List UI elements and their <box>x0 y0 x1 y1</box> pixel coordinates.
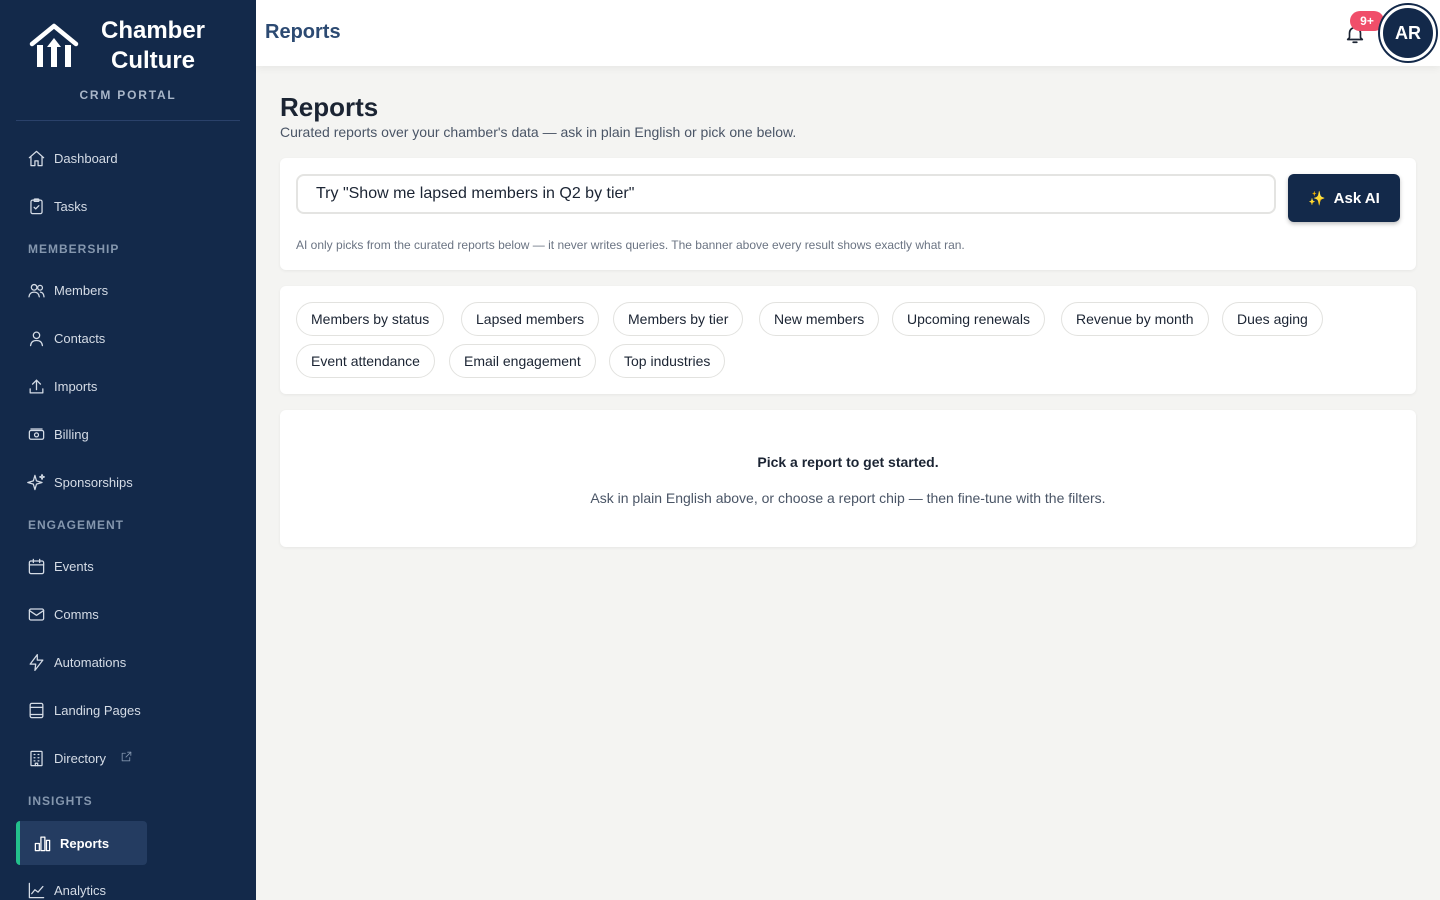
clipboard-check-icon <box>29 197 43 214</box>
sidebar-item-label: Sponsorships <box>54 474 133 490</box>
brand[interactable]: Chamber Culture CRM PORTAL <box>0 0 256 120</box>
ask-note: AI only picks from the curated reports b… <box>296 238 965 252</box>
sparkles-icon <box>26 473 45 490</box>
chip-members-by-status[interactable]: Members by status <box>296 302 445 336</box>
page-subtitle: Curated reports over your chamber's data… <box>280 124 797 140</box>
sidebar-item-events[interactable]: Events <box>16 544 240 588</box>
section-engagement: ENGAGEMENT <box>28 518 125 532</box>
sparkle-icon: ✨ <box>1308 189 1326 206</box>
sidebar-item-label: Tasks <box>54 198 88 214</box>
chip-top-industries[interactable]: Top industries <box>609 344 726 378</box>
upload-icon <box>29 379 43 393</box>
sidebar-item-label: Landing Pages <box>54 702 141 718</box>
sidebar-item-members[interactable]: Members <box>16 268 240 312</box>
sidebar-item-automations[interactable]: Automations <box>16 640 240 684</box>
sidebar-item-label: Comms <box>54 606 99 622</box>
chip-email-engagement[interactable]: Email engagement <box>449 344 596 378</box>
sidebar-item-imports[interactable]: Imports <box>16 364 240 408</box>
chip-event-attendance[interactable]: Event attendance <box>296 344 435 378</box>
sidebar-divider <box>16 120 240 121</box>
user-icon <box>29 331 43 346</box>
sidebar-item-label: Contacts <box>54 330 106 346</box>
external-link-icon <box>121 751 132 762</box>
brand-name-line2: Culture <box>111 47 195 74</box>
sidebar-item-label: Billing <box>54 426 89 442</box>
sidebar-item-label: Imports <box>54 378 98 394</box>
sidebar-item-contacts[interactable]: Contacts <box>16 316 240 360</box>
ask-input[interactable] <box>296 174 1276 214</box>
users-icon <box>27 283 45 297</box>
mail-icon <box>28 607 44 621</box>
bar-chart-icon <box>34 836 50 851</box>
sidebar-item-label: Analytics <box>54 882 107 898</box>
chip-dues-aging[interactable]: Dues aging <box>1222 302 1323 336</box>
sidebar-item-label: Automations <box>54 654 127 670</box>
ask-ai-button[interactable]: ✨ Ask AI <box>1288 174 1400 222</box>
ask-card: ✨ Ask AI AI only picks from the curated … <box>280 158 1416 270</box>
chip-new-members[interactable]: New members <box>759 302 880 336</box>
sidebar-item-label: Members <box>54 282 109 298</box>
chip-upcoming-renewals[interactable]: Upcoming renewals <box>892 302 1045 336</box>
empty-state-subtitle: Ask in plain English above, or choose a … <box>590 490 1106 506</box>
sidebar-item-label: Reports <box>60 835 110 851</box>
topbar: Reports 9+ AR <box>256 0 1440 66</box>
sidebar-item-label: Directory <box>54 750 107 766</box>
sidebar: Chamber Culture CRM PORTAL Dashboard Tas… <box>0 0 256 900</box>
empty-state-card: Pick a report to get started. Ask in pla… <box>280 410 1416 547</box>
chip-members-by-tier[interactable]: Members by tier <box>613 302 744 336</box>
chamber-logo-icon <box>29 23 79 67</box>
sidebar-item-tasks[interactable]: Tasks <box>16 184 240 228</box>
building-icon <box>29 750 43 766</box>
report-chips-card: Members by status Lapsed members Members… <box>280 286 1416 394</box>
calendar-icon <box>28 558 44 574</box>
brand-subtitle: CRM PORTAL <box>79 88 177 102</box>
sidebar-item-landing-pages[interactable]: Landing Pages <box>16 688 240 732</box>
avatar[interactable]: AR <box>1380 5 1436 61</box>
line-chart-icon <box>28 882 44 898</box>
section-insights: INSIGHTS <box>28 794 93 808</box>
empty-state-title: Pick a report to get started. <box>757 454 939 470</box>
section-membership: MEMBERSHIP <box>28 242 120 256</box>
chip-revenue-by-month[interactable]: Revenue by month <box>1061 302 1209 336</box>
brand-name: Chamber Culture <box>88 16 218 76</box>
page-title: Reports <box>280 92 379 122</box>
chip-lapsed-members[interactable]: Lapsed members <box>461 302 600 336</box>
sidebar-item-analytics[interactable]: Analytics <box>16 868 240 900</box>
notification-badge: 9+ <box>1350 11 1384 31</box>
layout-icon <box>29 702 43 718</box>
brand-name-line1: Chamber <box>100 17 206 44</box>
home-icon <box>28 150 44 166</box>
ask-ai-label: Ask AI <box>1333 189 1380 207</box>
sidebar-item-directory[interactable]: Directory <box>16 736 240 780</box>
sidebar-item-billing[interactable]: Billing <box>16 412 240 456</box>
banknote-icon <box>28 427 44 440</box>
sidebar-item-dashboard[interactable]: Dashboard <box>16 136 240 180</box>
sidebar-item-reports[interactable]: Reports <box>16 821 147 865</box>
sidebar-item-label: Dashboard <box>54 150 118 166</box>
topbar-title: Reports <box>265 21 341 43</box>
sidebar-item-sponsorships[interactable]: Sponsorships <box>16 460 240 504</box>
zap-icon <box>29 653 43 671</box>
sidebar-item-comms[interactable]: Comms <box>16 592 240 636</box>
sidebar-item-label: Events <box>54 558 94 574</box>
